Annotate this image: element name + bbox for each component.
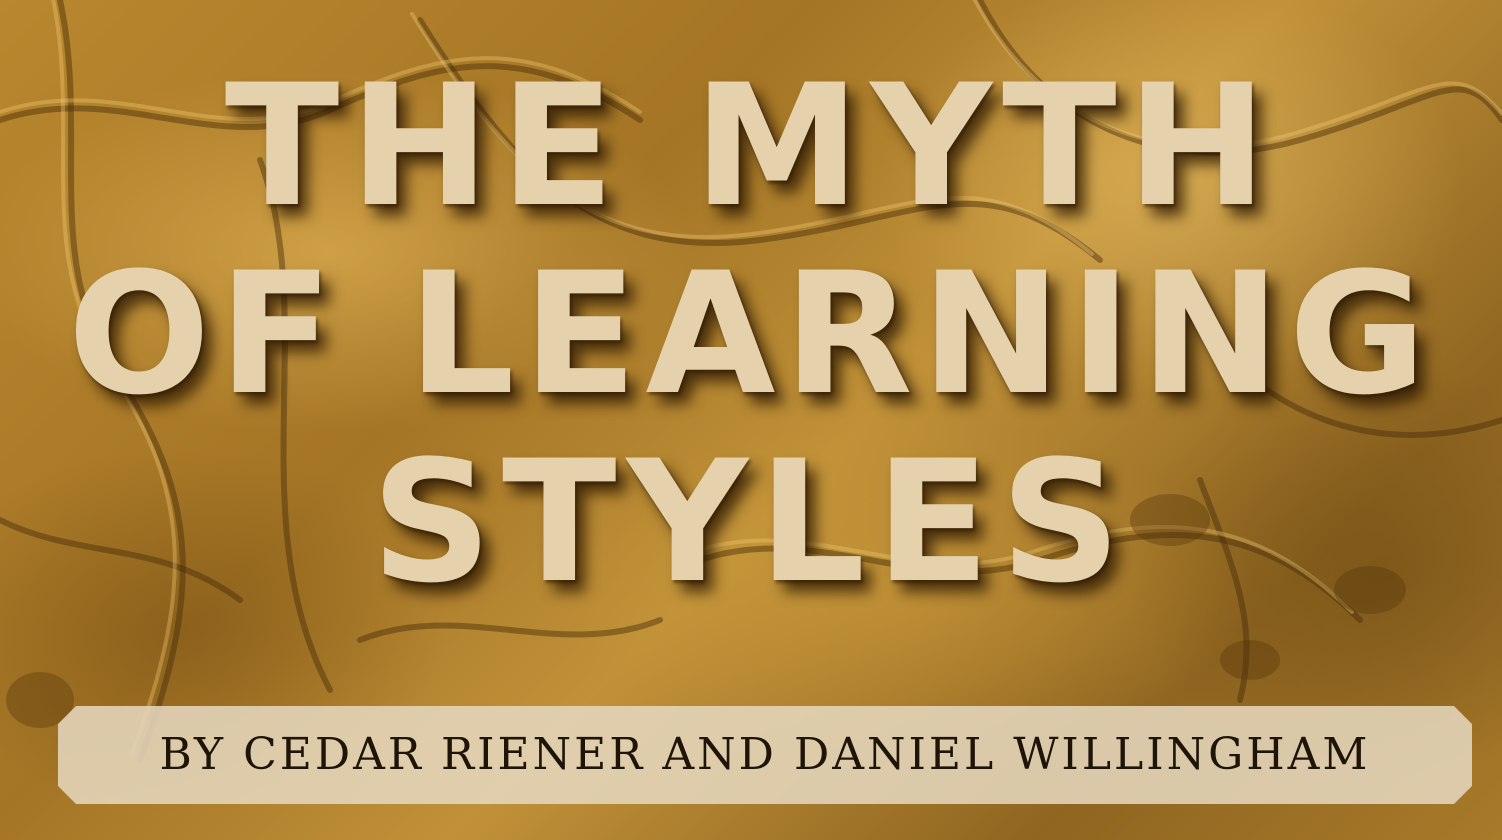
title-line-1: THE MYTH <box>224 48 1278 244</box>
byline-text: BY CEDAR RIENER AND DANIEL WILLINGHAM <box>159 729 1371 780</box>
title-line-3: STYLES <box>370 424 1132 620</box>
title-line-2: OF LEARNING <box>67 236 1435 432</box>
byline-banner: BY CEDAR RIENER AND DANIEL WILLINGHAM <box>58 706 1472 804</box>
